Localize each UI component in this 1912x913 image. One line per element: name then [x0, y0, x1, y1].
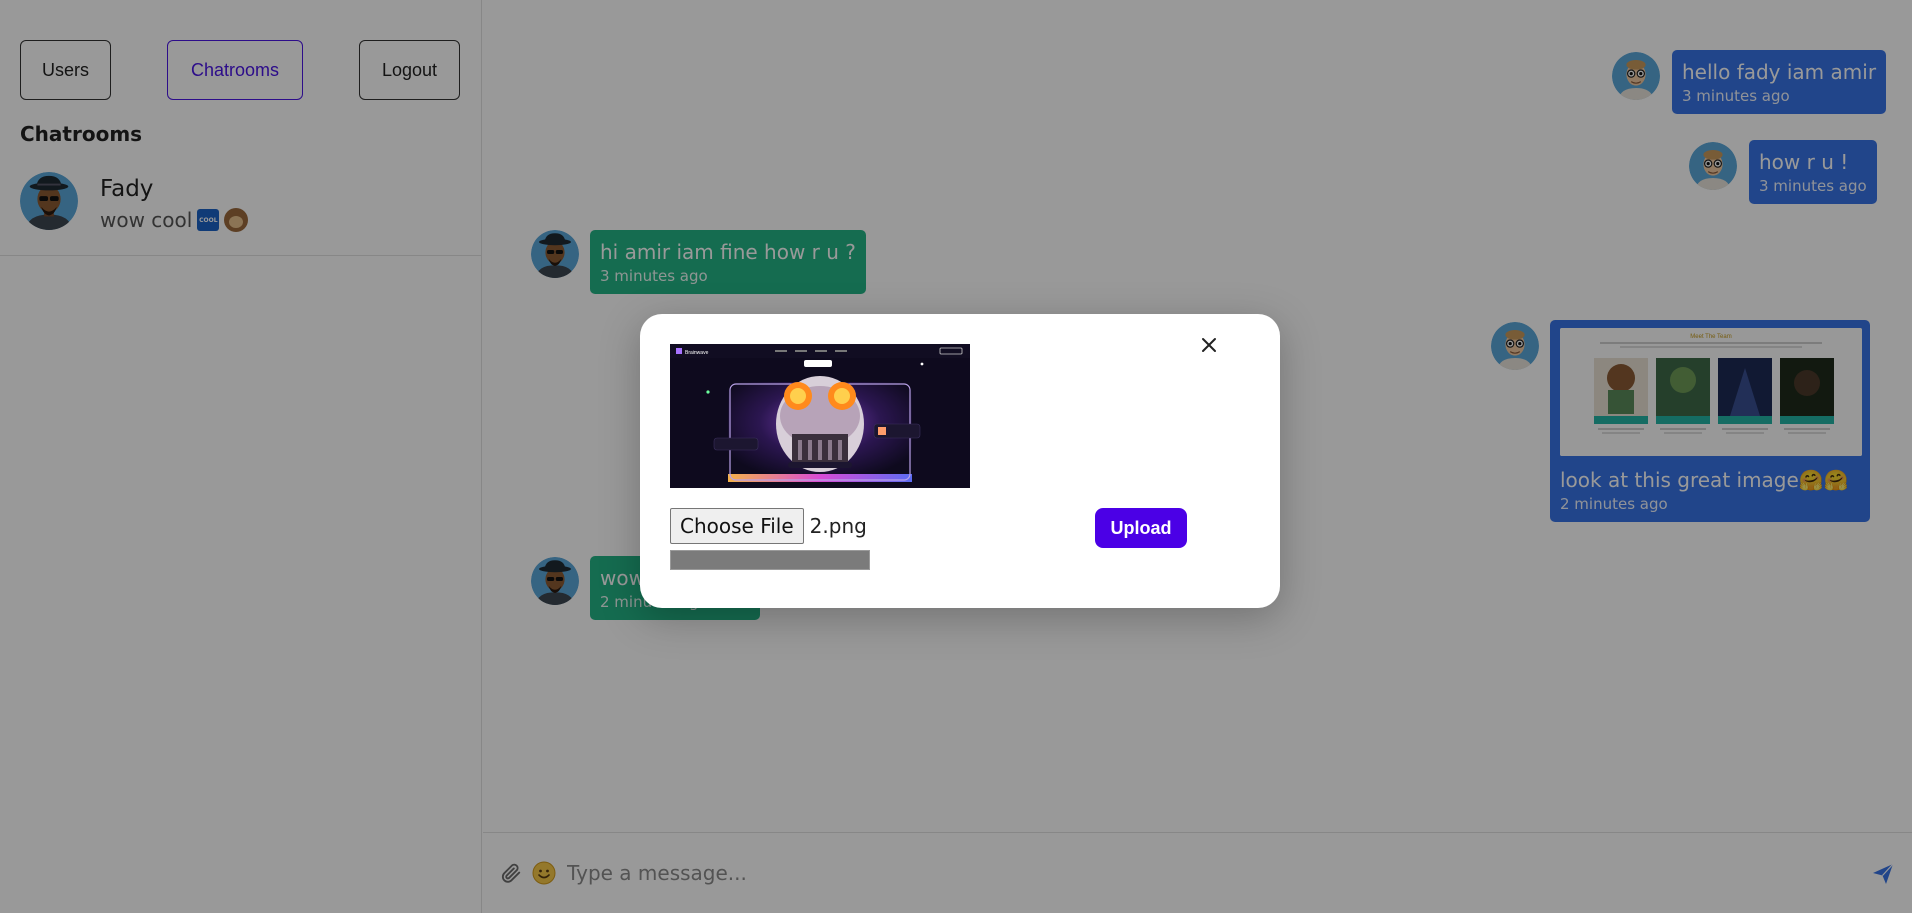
upload-modal: Brainwave Choose File 2.png Upload	[640, 314, 1280, 608]
upload-button[interactable]: Upload	[1095, 508, 1187, 548]
image-preview: Brainwave	[670, 344, 970, 488]
choose-file-button[interactable]: Choose File	[670, 508, 804, 544]
preview-brand: Brainwave	[685, 350, 709, 356]
upload-progress-fill	[671, 551, 869, 569]
file-input[interactable]: Choose File 2.png	[670, 508, 867, 544]
selected-file-name: 2.png	[809, 514, 867, 538]
upload-progress-bar	[670, 550, 870, 570]
close-icon[interactable]	[1196, 332, 1222, 358]
preview-screenshot: Brainwave	[670, 344, 970, 488]
